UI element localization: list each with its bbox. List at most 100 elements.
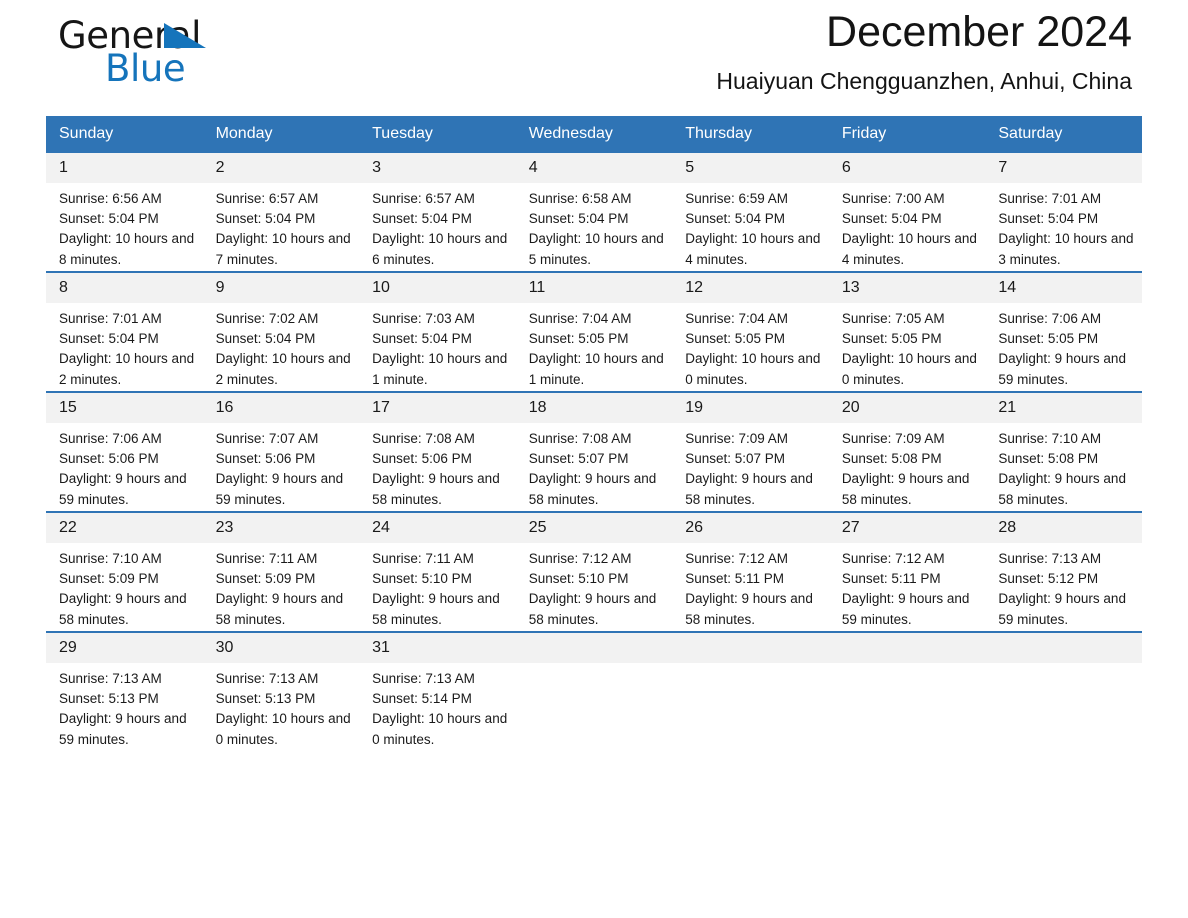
general-blue-logo: General Blue	[58, 16, 358, 102]
day-details: Sunrise: 6:57 AM Sunset: 5:04 PM Dayligh…	[359, 183, 516, 270]
day-cell[interactable]: 17 Sunrise: 7:08 AM Sunset: 5:06 PM Dayl…	[359, 391, 516, 512]
day-cell[interactable]: 11 Sunrise: 7:04 AM Sunset: 5:05 PM Dayl…	[515, 271, 673, 392]
logo-triangle-icon	[164, 23, 206, 48]
day-cell[interactable]: 9 Sunrise: 7:02 AM Sunset: 5:04 PM Dayli…	[202, 271, 360, 392]
day-number: 9	[202, 273, 360, 303]
sunrise-text: Sunrise: 6:57 AM	[372, 191, 475, 206]
week-row: 22 Sunrise: 7:10 AM Sunset: 5:09 PM Dayl…	[46, 511, 1142, 632]
daylight-text: Daylight: 10 hours and 1 minute.	[528, 351, 664, 387]
day-number: 17	[359, 393, 516, 423]
day-cell[interactable]: 28 Sunrise: 7:13 AM Sunset: 5:12 PM Dayl…	[985, 511, 1142, 632]
day-number: 7	[985, 153, 1142, 183]
weekday-header-saturday: Saturday	[985, 116, 1142, 152]
day-details: Sunrise: 7:09 AM Sunset: 5:08 PM Dayligh…	[829, 423, 986, 510]
day-cell[interactable]: 22 Sunrise: 7:10 AM Sunset: 5:09 PM Dayl…	[46, 511, 203, 632]
day-cell[interactable]: 3 Sunrise: 6:57 AM Sunset: 5:04 PM Dayli…	[359, 151, 516, 272]
day-details: Sunrise: 7:08 AM Sunset: 5:06 PM Dayligh…	[359, 423, 516, 510]
title-block: December 2024 Huaiyuan Chengguanzhen, An…	[716, 6, 1132, 95]
day-cell[interactable]: 18 Sunrise: 7:08 AM Sunset: 5:07 PM Dayl…	[515, 391, 673, 512]
daylight-text: Daylight: 9 hours and 58 minutes.	[841, 471, 970, 507]
daylight-text: Daylight: 10 hours and 5 minutes.	[528, 231, 664, 267]
sunset-text: Sunset: 5:13 PM	[215, 691, 316, 707]
day-cell[interactable]: 29 Sunrise: 7:13 AM Sunset: 5:13 PM Dayl…	[46, 631, 203, 751]
day-cell[interactable]: 1 Sunrise: 6:56 AM Sunset: 5:04 PM Dayli…	[46, 151, 203, 272]
daylight-text: Daylight: 10 hours and 0 minutes.	[685, 351, 821, 387]
sunrise-text: Sunrise: 7:13 AM	[59, 671, 162, 686]
day-cell[interactable]: 20 Sunrise: 7:09 AM Sunset: 5:08 PM Dayl…	[828, 391, 986, 512]
day-cell[interactable]: 10 Sunrise: 7:03 AM Sunset: 5:04 PM Dayl…	[359, 271, 516, 392]
sunset-text: Sunset: 5:07 PM	[685, 451, 786, 467]
day-details: Sunrise: 7:12 AM Sunset: 5:10 PM Dayligh…	[516, 543, 673, 630]
sunset-text: Sunset: 5:05 PM	[685, 331, 786, 347]
daylight-text: Daylight: 10 hours and 4 minutes.	[841, 231, 977, 267]
day-cell[interactable]: 26 Sunrise: 7:12 AM Sunset: 5:11 PM Dayl…	[672, 511, 829, 632]
day-number: 2	[202, 153, 360, 183]
sunrise-text: Sunrise: 7:03 AM	[372, 311, 475, 326]
daylight-text: Daylight: 9 hours and 58 minutes.	[59, 591, 187, 627]
daylight-text: Daylight: 10 hours and 8 minutes.	[59, 231, 195, 267]
day-cell[interactable]: 6 Sunrise: 7:00 AM Sunset: 5:04 PM Dayli…	[828, 151, 986, 272]
sunset-text: Sunset: 5:06 PM	[215, 451, 316, 467]
day-details: Sunrise: 7:13 AM Sunset: 5:14 PM Dayligh…	[359, 663, 516, 750]
day-cell[interactable]: 14 Sunrise: 7:06 AM Sunset: 5:05 PM Dayl…	[985, 271, 1142, 392]
sunrise-text: Sunrise: 7:04 AM	[685, 311, 789, 326]
day-details: Sunrise: 7:12 AM Sunset: 5:11 PM Dayligh…	[829, 543, 986, 630]
day-cell[interactable]: 27 Sunrise: 7:12 AM Sunset: 5:11 PM Dayl…	[828, 511, 986, 632]
day-details: Sunrise: 7:06 AM Sunset: 5:06 PM Dayligh…	[46, 423, 203, 510]
day-cell[interactable]: 16 Sunrise: 7:07 AM Sunset: 5:06 PM Dayl…	[202, 391, 360, 512]
day-cell[interactable]: 25 Sunrise: 7:12 AM Sunset: 5:10 PM Dayl…	[515, 511, 673, 632]
day-number: 8	[46, 273, 203, 303]
day-cell[interactable]: 13 Sunrise: 7:05 AM Sunset: 5:05 PM Dayl…	[828, 271, 986, 392]
sunset-text: Sunset: 5:11 PM	[841, 571, 941, 587]
daylight-text: Daylight: 9 hours and 58 minutes.	[372, 471, 500, 507]
day-cell[interactable]: 31 Sunrise: 7:13 AM Sunset: 5:14 PM Dayl…	[359, 631, 516, 751]
day-cell[interactable]: 15 Sunrise: 7:06 AM Sunset: 5:06 PM Dayl…	[46, 391, 203, 512]
daylight-text: Daylight: 9 hours and 58 minutes.	[528, 591, 657, 627]
sunrise-text: Sunrise: 7:12 AM	[685, 551, 789, 566]
day-cell[interactable]: 23 Sunrise: 7:11 AM Sunset: 5:09 PM Dayl…	[202, 511, 360, 632]
day-details: Sunrise: 7:11 AM Sunset: 5:09 PM Dayligh…	[203, 543, 360, 630]
daylight-text: Daylight: 9 hours and 58 minutes.	[685, 471, 813, 507]
daylight-text: Daylight: 9 hours and 59 minutes.	[998, 351, 1126, 387]
sunset-text: Sunset: 5:06 PM	[372, 451, 472, 467]
day-cell[interactable]: 12 Sunrise: 7:04 AM Sunset: 5:05 PM Dayl…	[672, 271, 829, 392]
day-cell-empty	[828, 631, 986, 751]
sunset-text: Sunset: 5:10 PM	[528, 571, 629, 587]
day-number: 12	[672, 273, 829, 303]
sunset-text: Sunset: 5:05 PM	[998, 331, 1099, 347]
day-cell-empty	[515, 631, 673, 751]
day-cell[interactable]: 24 Sunrise: 7:11 AM Sunset: 5:10 PM Dayl…	[359, 511, 516, 632]
day-number: 5	[672, 153, 829, 183]
sunset-text: Sunset: 5:06 PM	[59, 451, 159, 467]
sunrise-text: Sunrise: 7:12 AM	[528, 551, 632, 566]
day-cell[interactable]: 21 Sunrise: 7:10 AM Sunset: 5:08 PM Dayl…	[985, 391, 1142, 512]
day-number	[515, 633, 673, 663]
daylight-text: Daylight: 9 hours and 59 minutes.	[998, 591, 1126, 627]
day-cell[interactable]: 2 Sunrise: 6:57 AM Sunset: 5:04 PM Dayli…	[202, 151, 360, 272]
sunset-text: Sunset: 5:04 PM	[685, 211, 786, 227]
day-details: Sunrise: 7:07 AM Sunset: 5:06 PM Dayligh…	[203, 423, 360, 510]
sunrise-text: Sunrise: 7:06 AM	[998, 311, 1102, 326]
day-cell[interactable]: 5 Sunrise: 6:59 AM Sunset: 5:04 PM Dayli…	[672, 151, 829, 272]
week-row: 15 Sunrise: 7:06 AM Sunset: 5:06 PM Dayl…	[46, 391, 1142, 512]
day-cell-empty	[672, 631, 829, 751]
sunrise-text: Sunrise: 7:05 AM	[841, 311, 945, 326]
day-cell[interactable]: 19 Sunrise: 7:09 AM Sunset: 5:07 PM Dayl…	[672, 391, 829, 512]
day-details: Sunrise: 7:10 AM Sunset: 5:09 PM Dayligh…	[46, 543, 203, 630]
day-details: Sunrise: 6:58 AM Sunset: 5:04 PM Dayligh…	[516, 183, 673, 270]
week-row: 29 Sunrise: 7:13 AM Sunset: 5:13 PM Dayl…	[46, 631, 1142, 751]
day-details: Sunrise: 7:12 AM Sunset: 5:11 PM Dayligh…	[672, 543, 829, 630]
daylight-text: Daylight: 10 hours and 7 minutes.	[215, 231, 351, 267]
day-details: Sunrise: 7:03 AM Sunset: 5:04 PM Dayligh…	[359, 303, 516, 390]
day-number: 23	[202, 513, 360, 543]
day-number: 26	[672, 513, 829, 543]
day-cell[interactable]: 4 Sunrise: 6:58 AM Sunset: 5:04 PM Dayli…	[515, 151, 673, 272]
day-number: 21	[985, 393, 1142, 423]
day-cell[interactable]: 7 Sunrise: 7:01 AM Sunset: 5:04 PM Dayli…	[985, 151, 1142, 272]
weekday-header-friday: Friday	[828, 116, 986, 152]
day-details: Sunrise: 7:05 AM Sunset: 5:05 PM Dayligh…	[829, 303, 986, 390]
weekday-header-sunday: Sunday	[46, 116, 203, 152]
day-cell[interactable]: 30 Sunrise: 7:13 AM Sunset: 5:13 PM Dayl…	[202, 631, 360, 751]
sunrise-text: Sunrise: 7:09 AM	[841, 431, 945, 446]
day-cell[interactable]: 8 Sunrise: 7:01 AM Sunset: 5:04 PM Dayli…	[46, 271, 203, 392]
